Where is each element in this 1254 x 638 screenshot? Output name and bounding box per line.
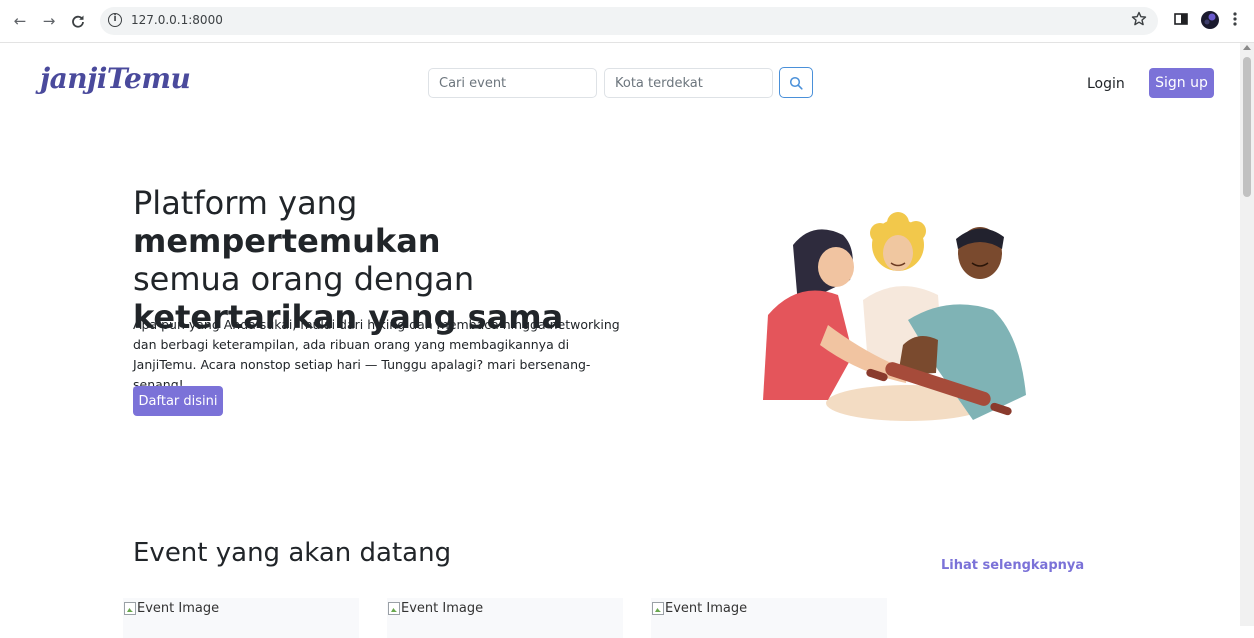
search-button[interactable] [779, 67, 813, 98]
info-icon[interactable]: i [108, 13, 122, 27]
login-link[interactable]: Login [1087, 76, 1125, 92]
bookmark-star-icon[interactable] [1131, 11, 1147, 31]
more-menu-icon[interactable] [1232, 11, 1238, 31]
side-panel-icon[interactable] [1173, 11, 1189, 31]
scroll-up-arrow-icon[interactable] [1243, 45, 1251, 50]
hero-illustration [758, 205, 1038, 434]
hero-title: Platform yang mempertemukan semua orang … [133, 184, 653, 336]
forward-arrow-icon[interactable]: → [39, 11, 59, 31]
search-icon [789, 76, 803, 90]
event-card[interactable]: Event Image [651, 598, 887, 638]
upcoming-events-title: Event yang akan datang [133, 538, 452, 568]
see-more-link[interactable]: Lihat selengkapnya [941, 558, 1084, 573]
hero-description: Apa pun yang Anda sukai, mulai dari hiki… [133, 317, 620, 392]
page-scrollbar[interactable] [1240, 43, 1254, 626]
back-arrow-icon[interactable]: ← [10, 11, 30, 31]
reload-icon[interactable] [68, 11, 88, 31]
event-card[interactable]: Event Image [387, 598, 623, 638]
event-card[interactable]: Event Image [123, 598, 359, 638]
register-button[interactable]: Daftar disini [133, 386, 223, 416]
event-image-alt: Event Image [665, 601, 748, 616]
site-logo[interactable]: janjiTemu [40, 62, 191, 95]
event-image-alt: Event Image [137, 601, 220, 616]
event-image: Event Image [652, 601, 747, 616]
broken-image-icon [124, 602, 136, 615]
search-city-input[interactable] [604, 68, 773, 98]
event-image: Event Image [124, 601, 219, 616]
event-image: Event Image [388, 601, 483, 616]
browser-toolbar: ← → i 127.0.0.1:8000 [0, 0, 1254, 43]
hero-title-text: Platform yang [133, 184, 358, 222]
broken-image-icon [388, 602, 400, 615]
hero-title-emphasis: mempertemukan [133, 222, 441, 260]
profile-avatar-icon[interactable] [1200, 10, 1220, 34]
scroll-thumb[interactable] [1243, 57, 1251, 197]
event-image-alt: Event Image [401, 601, 484, 616]
signup-button[interactable]: Sign up [1149, 68, 1214, 98]
address-bar[interactable]: i 127.0.0.1:8000 [100, 7, 1158, 35]
search-event-input[interactable] [428, 68, 597, 98]
address-url: 127.0.0.1:8000 [131, 13, 223, 27]
hero-title-text: semua orang dengan [133, 260, 475, 298]
broken-image-icon [652, 602, 664, 615]
